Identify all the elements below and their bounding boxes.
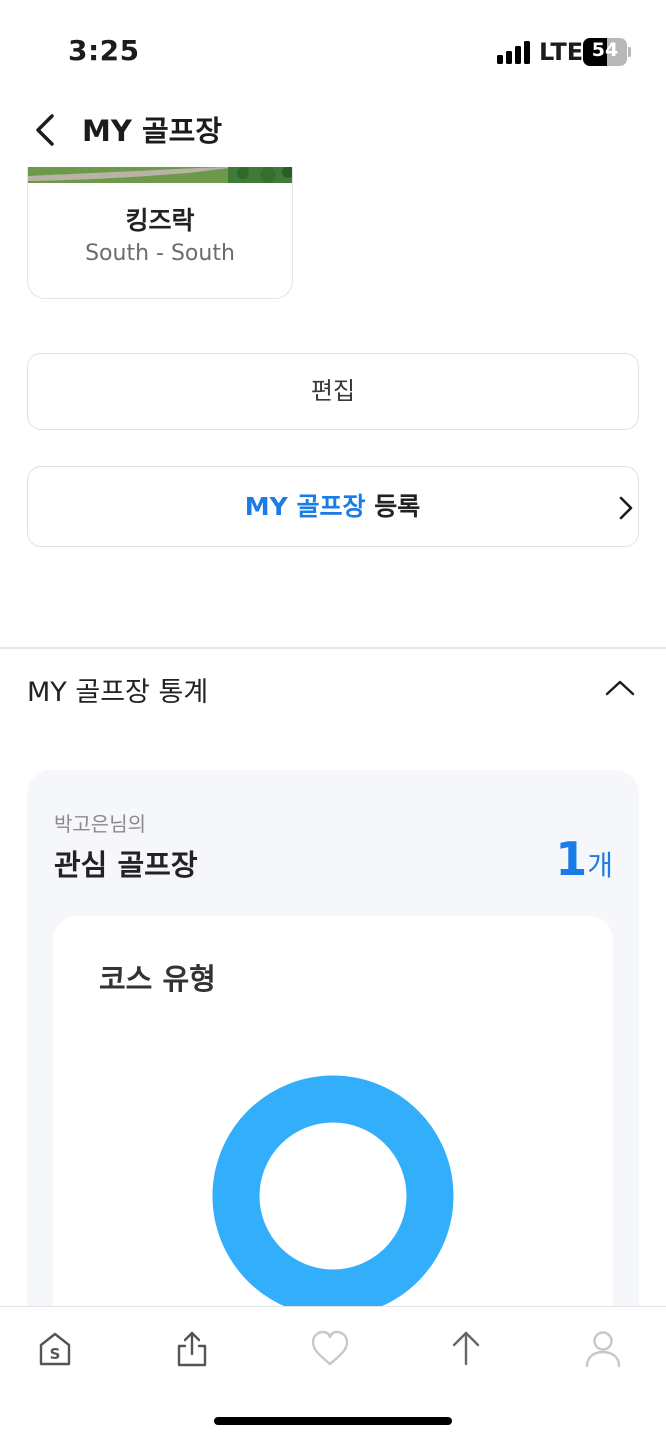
status-bar: 3:25 LTE 54 <box>0 0 666 100</box>
page-title: MY 골프장 <box>82 114 222 148</box>
status-time: 3:25 <box>68 34 140 67</box>
nav-header: MY 골프장 <box>0 100 666 160</box>
stats-panel: 박고은님의 관심 골프장 1개 코스 유형 <box>27 770 639 1336</box>
register-my-course-button[interactable]: MY 골프장 등록 <box>27 466 639 547</box>
donut-slice <box>212 1075 454 1317</box>
heart-icon[interactable] <box>308 1327 352 1371</box>
register-label-accent: MY 골프장 <box>244 492 366 521</box>
stats-owner: 박고은님의 <box>54 812 146 836</box>
favorite-count: 1개 <box>555 832 613 886</box>
battery-level: 54 <box>591 39 619 61</box>
stats-section-header[interactable]: MY 골프장 통계 <box>0 658 666 718</box>
arrow-up-icon[interactable] <box>444 1327 488 1371</box>
svg-text:S: S <box>50 1345 61 1363</box>
profile-icon[interactable] <box>581 1327 625 1371</box>
edit-button[interactable]: 편집 <box>27 353 639 430</box>
home-indicator <box>214 1417 452 1425</box>
stats-title: MY 골프장 통계 <box>27 677 209 708</box>
favorite-count-unit: 개 <box>587 849 613 882</box>
course-name: 킹즈락 <box>125 206 195 235</box>
signal-icon <box>497 40 533 64</box>
tab-bar: S <box>0 1306 666 1440</box>
course-type-donut-chart <box>212 1075 454 1317</box>
home-s-icon[interactable]: S <box>33 1327 77 1371</box>
favorite-count-number: 1 <box>555 832 588 886</box>
chevron-right-icon <box>618 495 634 521</box>
course-subtitle: South - South <box>85 241 235 266</box>
stats-label: 관심 골프장 <box>54 848 198 882</box>
register-label: MY 골프장 등록 <box>28 467 637 547</box>
back-icon[interactable] <box>30 110 62 150</box>
battery-icon: 54 <box>583 38 631 66</box>
register-label-rest: 등록 <box>365 492 421 521</box>
chevron-up-icon[interactable] <box>604 678 636 698</box>
course-photo <box>28 167 292 183</box>
network-type: LTE <box>539 38 584 66</box>
section-divider <box>0 647 666 649</box>
favorite-course-card[interactable]: 킹즈락 South - South <box>27 167 293 299</box>
course-type-chart-card: 코스 유형 <box>53 916 613 1336</box>
share-icon[interactable] <box>170 1327 214 1371</box>
